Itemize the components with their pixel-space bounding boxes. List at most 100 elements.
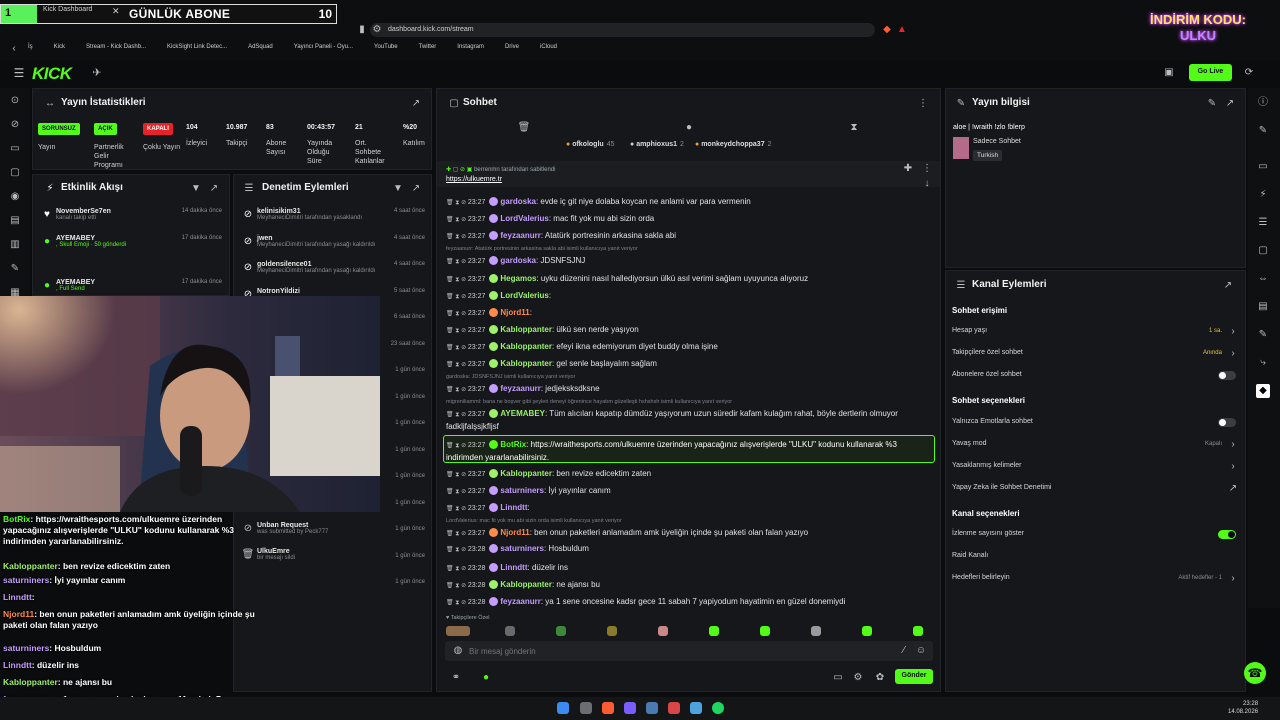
filter-icon[interactable]: ▼ bbox=[189, 182, 203, 196]
message-user[interactable]: Linndtt bbox=[500, 563, 527, 572]
connect-icon[interactable]: ⚭ bbox=[449, 671, 463, 685]
chat-message[interactable]: 🗑 ⧗ ⊘ 23:27 BotRix: https://wraithesports… bbox=[446, 439, 934, 463]
app2-icon[interactable] bbox=[690, 702, 702, 714]
setting-label[interactable]: Yapay Zeka ile Sohbet Denetimi bbox=[952, 484, 1051, 491]
top-supporter[interactable]: ● monkeydchoppa37 2 bbox=[695, 141, 772, 148]
analytics-icon[interactable]: ▥ bbox=[8, 238, 22, 252]
link-icon[interactable]: ⇔ bbox=[1256, 272, 1270, 286]
bookmark-item[interactable]: Yayıncı Paneli - Oyu... bbox=[294, 44, 353, 50]
pinned-link[interactable]: https://ulkuemre.tr bbox=[446, 176, 502, 183]
bookmark-item[interactable]: Drive bbox=[505, 44, 519, 50]
tag-icon[interactable]: ◆ bbox=[1256, 384, 1270, 398]
chevron-right-icon[interactable]: › bbox=[1226, 438, 1240, 452]
bookmark-item[interactable]: İş bbox=[28, 44, 33, 50]
setting-label[interactable]: Hesap yaşı bbox=[952, 327, 987, 334]
hourglass-icon[interactable]: ⧗ bbox=[847, 121, 861, 135]
brave-shield-icon[interactable]: ◆ bbox=[880, 23, 894, 37]
notification-icon[interactable]: ⟳ bbox=[1242, 66, 1256, 80]
gear-icon[interactable]: ⚙ bbox=[851, 671, 865, 685]
message-user[interactable]: AYEMABEY bbox=[500, 409, 545, 418]
slash-icon[interactable]: ⁄ bbox=[897, 644, 911, 658]
broadcast-icon[interactable]: ◉ bbox=[8, 190, 22, 204]
mod-tools-icon[interactable]: 🗑 ⧗ ⊘ bbox=[446, 566, 468, 572]
clock[interactable]: 23:28 14.08.2026 bbox=[1228, 700, 1258, 716]
expand-icon[interactable]: ↗ bbox=[1221, 279, 1235, 293]
close-icon[interactable]: ✕ bbox=[112, 6, 120, 17]
chat-icon[interactable]: ▢ bbox=[1256, 244, 1270, 258]
more-icon[interactable]: ⋮ bbox=[916, 97, 930, 111]
setting-label[interactable]: Yalnızca Emotlarla sohbet bbox=[952, 418, 1033, 425]
top-supporter[interactable]: ● amphioxus1 2 bbox=[630, 141, 684, 148]
chat-message[interactable]: 🗑 ⧗ ⊘ 23:27 Njord11: bbox=[446, 307, 934, 320]
mod-tools-icon[interactable]: 🗑 ⧗ ⊘ bbox=[446, 489, 468, 495]
list-icon[interactable]: ☰ bbox=[1256, 216, 1270, 230]
chat-message[interactable]: 🗑 ⧗ ⊘ 23:27 feyzaanurr: jedjeksksdksne bbox=[446, 383, 934, 396]
reply-context[interactable]: migreniliamml: bana ne boşver gibi şeyle… bbox=[446, 399, 926, 405]
pin-icon[interactable]: ✈ bbox=[90, 66, 104, 80]
chat-message[interactable]: 🗑 ⧗ ⊘ 23:27 gardoska: evde iç git niye do… bbox=[446, 196, 934, 209]
search-icon[interactable] bbox=[580, 702, 592, 714]
bookmark-icon[interactable]: ▮ bbox=[355, 23, 369, 37]
panel-icon[interactable]: ▭ bbox=[1256, 160, 1270, 174]
message-user[interactable]: Kabloppanter bbox=[500, 580, 552, 589]
message-user[interactable]: Kabloppanter bbox=[500, 469, 552, 478]
emote-icon[interactable] bbox=[446, 626, 470, 636]
clip-icon[interactable]: ▤ bbox=[8, 214, 22, 228]
message-user[interactable]: feyzaanurr bbox=[500, 597, 540, 606]
bookmark-item[interactable]: iCloud bbox=[540, 44, 557, 50]
setting-label[interactable]: Hedefleri belirleyin bbox=[952, 574, 1010, 581]
mod-tools-icon[interactable]: 🗑 ⧗ ⊘ bbox=[446, 311, 468, 317]
edit-icon[interactable]: ✎ bbox=[1205, 97, 1219, 111]
trash-icon[interactable]: 🗑 bbox=[517, 121, 531, 135]
category-name[interactable]: Sadece Sohbet bbox=[973, 138, 1021, 145]
chat-message[interactable]: 🗑 ⧗ ⊘ 23:27 Kabloppanter: ülkü sen nerde … bbox=[446, 324, 934, 337]
mod-tools-icon[interactable]: 🗑 ⧗ ⊘ bbox=[446, 547, 468, 553]
home-icon[interactable]: ⊙ bbox=[8, 94, 22, 108]
mod-tools-icon[interactable]: 🗑 ⧗ ⊘ bbox=[446, 345, 468, 351]
avatar[interactable]: ▣ bbox=[1162, 66, 1176, 80]
back-icon[interactable]: ‹ bbox=[7, 42, 21, 56]
chat-message[interactable]: 🗑 ⧗ ⊘ 23:27 Hegamos: uyku düzenini nasıl … bbox=[446, 273, 934, 286]
emote-icon[interactable] bbox=[862, 626, 872, 636]
emote-icon[interactable] bbox=[760, 626, 770, 636]
expand-icon[interactable]: ↗ bbox=[1223, 97, 1237, 111]
mod-tools-icon[interactable]: 🗑 ⧗ ⊘ bbox=[446, 531, 468, 537]
message-user[interactable]: Njord11 bbox=[500, 528, 529, 537]
doc-icon[interactable]: ▤ bbox=[1256, 300, 1270, 314]
message-user[interactable]: Kabloppanter bbox=[500, 359, 552, 368]
app-icon[interactable] bbox=[668, 702, 680, 714]
address-bar[interactable]: dashboard.kick.com/stream bbox=[370, 23, 875, 37]
discord-icon[interactable] bbox=[624, 702, 636, 714]
chat-users-icon[interactable]: ▭ bbox=[831, 671, 845, 685]
message-user[interactable]: Njord11 bbox=[500, 308, 529, 317]
message-user[interactable]: feyzaanurr bbox=[500, 231, 540, 240]
setting-label[interactable]: İzlenme sayısını göster bbox=[952, 530, 1024, 537]
mod-tools-icon[interactable]: 🗑 ⧗ ⊘ bbox=[446, 600, 468, 606]
toggle-switch[interactable] bbox=[1218, 530, 1236, 539]
tab-title[interactable]: Kick Dashboard bbox=[43, 6, 92, 13]
bookmark-item[interactable]: AdSquad bbox=[248, 44, 273, 50]
go-live-button[interactable]: Go Live bbox=[1189, 64, 1232, 81]
mod-tools-icon[interactable]: 🗑 ⧗ ⊘ bbox=[446, 234, 468, 240]
chat-message[interactable]: 🗑 ⧗ ⊘ 23:27 saturniners: İyi yayınlar can… bbox=[446, 485, 934, 498]
chat-message[interactable]: 🗑 ⧗ ⊘ 23:27 Kabloppanter: efeyi ikna edem… bbox=[446, 341, 934, 354]
message-user[interactable]: saturniners bbox=[500, 486, 544, 495]
message-user[interactable]: LordValerius bbox=[500, 291, 548, 300]
mod-tools-icon[interactable]: 🗑 ⧗ ⊘ bbox=[446, 294, 468, 300]
steam-icon[interactable] bbox=[646, 702, 658, 714]
setting-label[interactable]: Abonelere özel sohbet bbox=[952, 371, 1022, 378]
chat-message[interactable]: 🗑 ⧗ ⊘ 23:28 Kabloppanter: ne ajansı bu bbox=[446, 579, 934, 592]
points-icon[interactable]: ● bbox=[479, 671, 493, 685]
chat-message[interactable]: 🗑 ⧗ ⊘ 23:27 LordValerius: bbox=[446, 290, 934, 303]
wrench-icon[interactable]: ✎ bbox=[1256, 328, 1270, 342]
mod-tools-icon[interactable]: 🗑 ⧗ ⊘ bbox=[446, 412, 468, 418]
emoji-icon[interactable]: ☺ bbox=[914, 644, 928, 658]
mod-tools-icon[interactable]: 🗑 ⧗ ⊘ bbox=[446, 506, 468, 512]
bookmark-item[interactable]: Stream - Kick Dashb... bbox=[86, 44, 146, 50]
external-link-icon[interactable]: ↗ bbox=[1226, 482, 1240, 496]
bookmark-item[interactable]: YouTube bbox=[374, 44, 398, 50]
chat-message[interactable]: 🗑 ⧗ ⊘ 23:28 saturniners: Hosbuldum bbox=[446, 543, 934, 556]
mod-tools-icon[interactable]: 🗑 ⧗ ⊘ bbox=[446, 259, 468, 265]
message-input[interactable] bbox=[469, 645, 869, 657]
setting-label[interactable]: Raid Kanalı bbox=[952, 552, 988, 559]
